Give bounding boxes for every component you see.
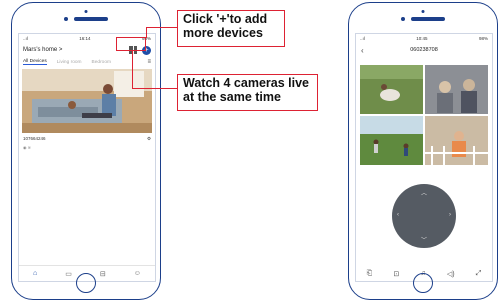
speaker-grill [411, 17, 445, 21]
battery-level: 98% [478, 36, 488, 41]
speaker [401, 10, 445, 21]
speaker-icon[interactable]: ◁) [447, 270, 455, 278]
front-camera-dot [84, 10, 88, 13]
device-title: 060238708 [410, 47, 438, 53]
home-selector[interactable]: Mars's home > [23, 47, 62, 53]
cart-icon[interactable]: ⊟ [100, 270, 106, 278]
home-button[interactable] [413, 273, 433, 293]
home-icon[interactable]: ⌂ [33, 270, 37, 277]
camera-id: 107664246 [23, 136, 46, 141]
pan-down-icon[interactable]: ﹀ [421, 235, 427, 244]
clock: 16:14 [79, 36, 91, 41]
speaker-grill [74, 17, 108, 21]
status-bar: ..ıl 10:45 98% [356, 34, 492, 43]
room-tabs: All Devices Living room Bedroom ≡ [19, 57, 155, 67]
record-icon[interactable]: ⊡ [393, 270, 399, 278]
phone-right: ..ıl 10:45 98% ‹ 060238708 ︿ ﹀ ‹ › ⎗ ⊡ ♫… [348, 2, 498, 300]
camera-feed-3[interactable] [360, 116, 423, 165]
sensor-dot [64, 17, 68, 21]
signal-icon: ..ıl [360, 36, 365, 41]
ptz-joystick[interactable]: ︿ ﹀ ‹ › [392, 184, 456, 248]
pan-left-icon[interactable]: ‹ [397, 212, 399, 218]
app-screen: ..ıl 16:14 98% Mars's home > + All Devic… [18, 33, 156, 282]
leader-line [146, 27, 148, 38]
live-view-screen: ..ıl 10:45 98% ‹ 060238708 ︿ ﹀ ‹ › ⎗ ⊡ ♫… [355, 33, 493, 282]
highlight-box [116, 37, 146, 51]
profile-icon[interactable]: ☺ [134, 270, 141, 277]
wifi-icon: ≋ [27, 145, 31, 150]
callout-add-devices: Click '+'to add more devices [177, 10, 285, 47]
leader-line [146, 27, 177, 29]
header: ‹ 060238708 [356, 43, 492, 57]
clock: 10:45 [416, 36, 428, 41]
pan-up-icon[interactable]: ︿ [421, 188, 427, 197]
snapshot-icon[interactable]: ⎗ [367, 270, 373, 278]
camera-info: 107664246 ⚙ [19, 133, 155, 145]
camera-feed-4[interactable] [425, 116, 488, 165]
leader-line [132, 88, 177, 90]
camera-status-icons: ◉ ≋ [19, 145, 155, 150]
pan-right-icon[interactable]: › [449, 212, 451, 218]
speaker [64, 10, 108, 21]
camera-feed-2[interactable] [425, 65, 488, 114]
four-camera-grid [360, 65, 488, 165]
front-camera-dot [421, 10, 425, 13]
message-icon[interactable]: ▭ [65, 270, 72, 278]
home-button[interactable] [76, 273, 96, 293]
fullscreen-icon[interactable]: ⤢ [476, 270, 482, 278]
camera-feed-1[interactable] [360, 65, 423, 114]
signal-icon: ..ıl [23, 36, 28, 41]
tab-all-devices[interactable]: All Devices [23, 59, 47, 65]
sensor-dot [401, 17, 405, 21]
callout-watch-cameras: Watch 4 cameras live at the same time [177, 74, 318, 111]
settings-gear-icon[interactable]: ⚙ [147, 136, 151, 142]
tab-living-room[interactable]: Living room [57, 60, 82, 65]
leader-line [132, 51, 134, 89]
menu-icon[interactable]: ≡ [147, 59, 151, 65]
tab-bedroom[interactable]: Bedroom [92, 60, 111, 65]
back-arrow-icon[interactable]: ‹ [361, 46, 364, 55]
visibility-icon: ◉ [23, 145, 27, 150]
